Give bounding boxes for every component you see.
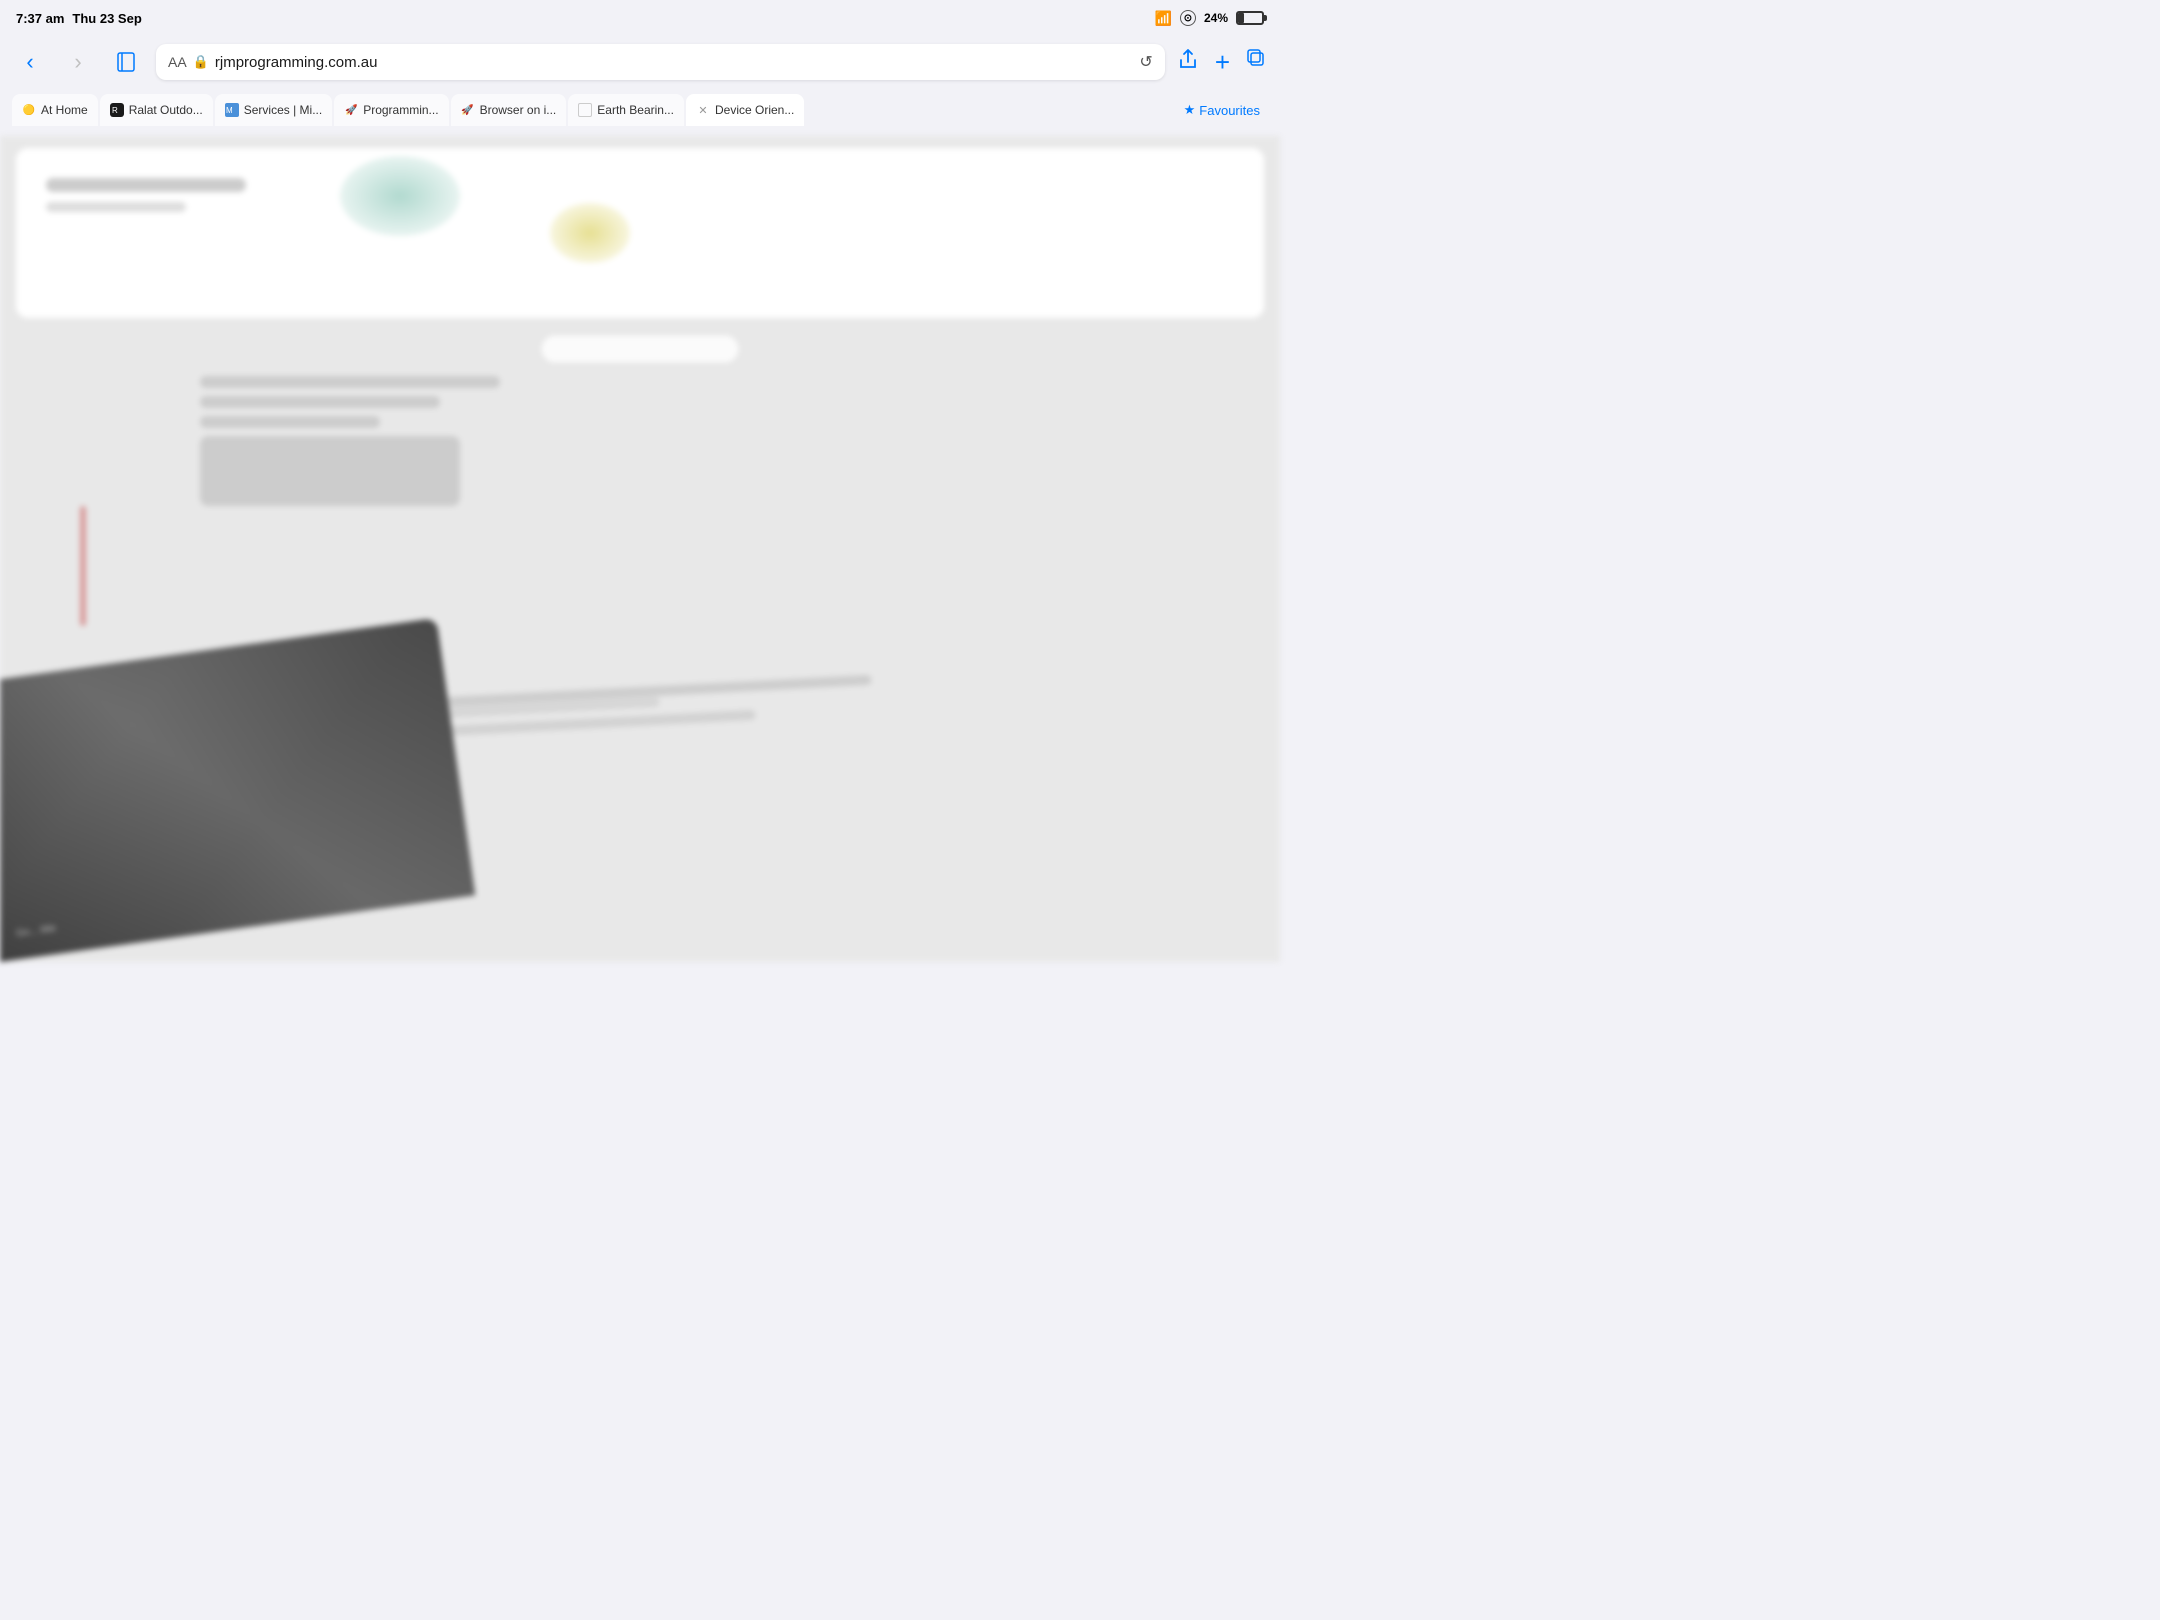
lock-icon: 🔒 bbox=[193, 54, 209, 70]
content-area: Go... title bbox=[0, 136, 1280, 962]
tab-label-7: Device Orien... bbox=[715, 103, 794, 117]
svg-text:R: R bbox=[112, 106, 118, 115]
favourites-button[interactable]: ★ Favourites bbox=[1176, 98, 1268, 122]
tab-services[interactable]: M Services | Mi... bbox=[215, 94, 332, 126]
page-text-block bbox=[200, 376, 500, 436]
nav-actions: + bbox=[1177, 48, 1268, 76]
tab-label-6: Earth Bearin... bbox=[597, 103, 674, 117]
tab-favicon-6 bbox=[578, 103, 592, 117]
status-bar: 7:37 am Thu 23 Sep 📶 ⊙ 24% bbox=[0, 0, 1280, 36]
status-right: 📶 ⊙ 24% bbox=[1155, 10, 1264, 27]
status-left: 7:37 am Thu 23 Sep bbox=[16, 11, 142, 26]
address-bar[interactable]: AA 🔒 rjmprogramming.com.au ↺ bbox=[156, 44, 1165, 80]
tab-favicon-3: M bbox=[225, 103, 239, 117]
page-sub-button bbox=[540, 334, 740, 364]
tab-favicon-1: 🟡 bbox=[22, 103, 36, 117]
tab-device-orientation[interactable]: ✕ Device Orien... bbox=[686, 94, 804, 126]
header-text-block bbox=[46, 178, 246, 212]
share-button[interactable] bbox=[1177, 48, 1199, 76]
browser-chrome: ‹ › AA 🔒 rjmprogramming.com.au ↺ + bbox=[0, 36, 1280, 136]
tab-label-5: Browser on i... bbox=[480, 103, 557, 117]
page-header bbox=[16, 148, 1264, 318]
star-icon: ★ bbox=[1184, 102, 1196, 118]
battery-percent: 24% bbox=[1204, 11, 1228, 25]
battery-icon bbox=[1236, 11, 1264, 25]
book-icon bbox=[115, 51, 137, 73]
page-content-card bbox=[200, 436, 460, 506]
tab-earth-bearing[interactable]: Earth Bearin... bbox=[568, 94, 684, 126]
time-display: 7:37 am bbox=[16, 11, 64, 26]
tab-label-1: At Home bbox=[41, 103, 88, 117]
tabs-bar: 🟡 At Home R Ralat Outdo... M Services | … bbox=[12, 92, 1268, 128]
forward-button[interactable]: › bbox=[60, 44, 96, 80]
tab-browser-on[interactable]: 🚀 Browser on i... bbox=[451, 94, 567, 126]
url-text: rjmprogramming.com.au bbox=[215, 54, 378, 71]
new-tab-button[interactable]: + bbox=[1215, 49, 1230, 75]
back-button[interactable]: ‹ bbox=[12, 44, 48, 80]
tab-label-4: Programmin... bbox=[363, 103, 438, 117]
tab-label-2: Ralat Outdo... bbox=[129, 103, 203, 117]
tab-favicon-5: 🚀 bbox=[461, 103, 475, 117]
decorative-red-bar bbox=[80, 506, 86, 626]
reload-button[interactable]: ↺ bbox=[1139, 52, 1152, 72]
tab-ralat[interactable]: R Ralat Outdo... bbox=[100, 94, 213, 126]
date-display: Thu 23 Sep bbox=[72, 11, 141, 26]
tab-favicon-2: R bbox=[110, 103, 124, 117]
wifi-icon: 📶 bbox=[1155, 10, 1172, 27]
nav-bar: ‹ › AA 🔒 rjmprogramming.com.au ↺ + bbox=[12, 40, 1268, 84]
tab-label-3: Services | Mi... bbox=[244, 103, 322, 117]
circle-signal-icon: ⊙ bbox=[1180, 10, 1196, 26]
svg-text:M: M bbox=[226, 106, 233, 115]
bookmarks-button[interactable] bbox=[108, 44, 144, 80]
tab-close-icon[interactable]: ✕ bbox=[696, 103, 710, 117]
aa-text: AA bbox=[168, 54, 187, 70]
decorative-blob-teal bbox=[340, 156, 460, 236]
decorative-blob-yellow bbox=[550, 203, 630, 263]
tab-favicon-4: 🚀 bbox=[344, 103, 358, 117]
battery-fill bbox=[1238, 13, 1244, 23]
photo-inner bbox=[0, 618, 475, 962]
favourites-label: Favourites bbox=[1199, 103, 1260, 118]
tab-programming[interactable]: 🚀 Programmin... bbox=[334, 94, 448, 126]
page-photo-block: Go... title bbox=[0, 618, 475, 962]
tab-at-home[interactable]: 🟡 At Home bbox=[12, 94, 98, 126]
tabs-overview-button[interactable] bbox=[1246, 48, 1268, 76]
